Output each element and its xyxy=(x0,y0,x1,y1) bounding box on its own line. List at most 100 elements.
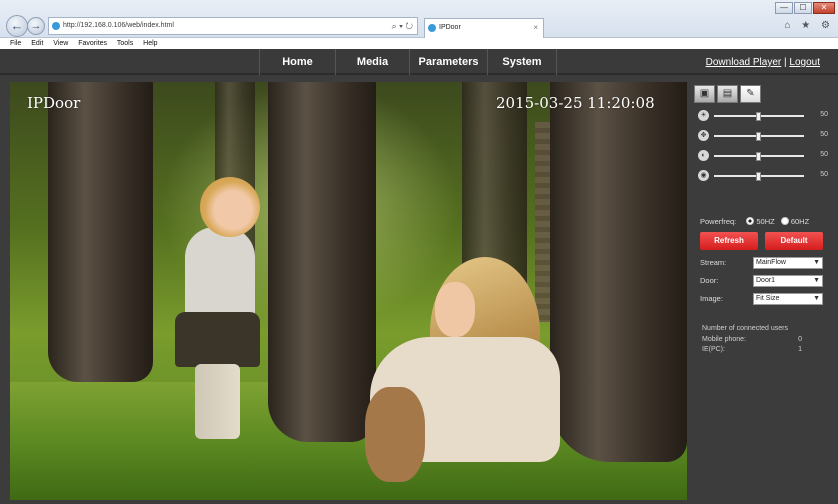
logout-link[interactable]: Logout xyxy=(789,57,820,68)
tab-favicon-icon xyxy=(428,24,436,32)
maximize-button[interactable]: ☐ xyxy=(794,2,812,14)
forward-icon: → xyxy=(30,20,42,32)
close-button[interactable]: ✕ xyxy=(813,2,835,14)
video-child-head xyxy=(200,177,260,237)
pc-label: IE(PC): xyxy=(702,346,725,353)
contrast-icon: ✥ xyxy=(698,130,709,141)
forward-button[interactable]: → xyxy=(27,17,45,35)
radio-60hz[interactable] xyxy=(780,217,789,225)
top-navigation: Home Media Parameters System Download Pl… xyxy=(0,49,838,75)
radio-60hz-label: 60HZ xyxy=(790,217,810,226)
video-child-legs xyxy=(195,364,240,439)
mobile-label: Mobile phone: xyxy=(702,336,746,343)
record-button[interactable]: ▤ xyxy=(717,85,738,103)
panel-toolbar: ▣ ▤ ✎ xyxy=(694,85,761,103)
connected-users-title: Number of connected users xyxy=(702,325,788,332)
nav-media[interactable]: Media xyxy=(335,49,409,75)
pc-users-row: IE(PC): 1 xyxy=(702,346,802,353)
powerfreq-label: Powerfreq: xyxy=(700,217,737,226)
video-title-overlay: IPDoor xyxy=(27,94,81,112)
slider-track[interactable] xyxy=(714,132,804,141)
settings-button[interactable]: ✎ xyxy=(740,85,761,103)
contrast-slider[interactable]: ✥ 50 xyxy=(698,129,828,143)
nav-system[interactable]: System xyxy=(487,49,557,75)
slider-thumb[interactable] xyxy=(756,172,761,181)
slider-value: 50 xyxy=(820,171,828,178)
stream-value: MainFlow xyxy=(756,259,786,266)
minimize-button[interactable]: — xyxy=(775,2,793,14)
refresh-button[interactable]: Refresh xyxy=(700,232,758,250)
video-child-skirt xyxy=(175,312,260,367)
browser-titlebar: ← → http://192.168.0.106/web/index.html … xyxy=(0,0,838,38)
saturation-icon: ◐ xyxy=(698,150,709,161)
settings-icon: ✎ xyxy=(746,88,755,99)
ipdoor-app: Home Media Parameters System Download Pl… xyxy=(0,49,838,504)
link-separator: | xyxy=(784,57,787,68)
hue-icon: ◉ xyxy=(698,170,709,181)
menu-tools[interactable]: Tools xyxy=(117,40,133,47)
site-icon xyxy=(52,22,60,30)
address-bar[interactable]: http://192.168.0.106/web/index.html ⌕ ▾ … xyxy=(48,17,418,35)
video-timestamp-overlay: 2015-03-25 11:20:08 xyxy=(496,94,655,112)
menu-file[interactable]: File xyxy=(10,40,21,47)
menu-help[interactable]: Help xyxy=(143,40,157,47)
tab-title: IPDoor xyxy=(439,24,461,31)
door-value: Door1 xyxy=(756,277,776,284)
video-tree-trunk xyxy=(550,82,687,462)
saturation-slider[interactable]: ◐ 50 xyxy=(698,149,828,163)
hue-slider[interactable]: ◉ 50 xyxy=(698,169,828,183)
mobile-users-row: Mobile phone: 0 xyxy=(702,336,802,343)
slider-thumb[interactable] xyxy=(756,132,761,141)
slider-value: 50 xyxy=(820,131,828,138)
image-row: Image: Fit Size ▼ xyxy=(700,293,825,305)
chevron-down-icon: ▼ xyxy=(813,295,820,302)
stream-select[interactable]: MainFlow ▼ xyxy=(753,257,823,269)
back-button[interactable]: ← xyxy=(6,15,28,37)
live-video-view[interactable]: IPDoor 2015-03-25 11:20:08 xyxy=(10,82,687,500)
image-label: Image: xyxy=(700,294,723,303)
brightness-icon: ☀ xyxy=(698,110,709,121)
image-select[interactable]: Fit Size ▼ xyxy=(753,293,823,305)
menu-edit[interactable]: Edit xyxy=(31,40,43,47)
record-icon: ▤ xyxy=(722,88,733,99)
radio-50hz[interactable] xyxy=(746,217,755,225)
default-button[interactable]: Default xyxy=(765,232,823,250)
radio-50hz-label: 50HZ xyxy=(756,217,775,226)
nav-home[interactable]: Home xyxy=(259,49,335,75)
pc-count: 1 xyxy=(798,346,802,353)
tab-close-icon[interactable]: × xyxy=(533,19,538,37)
browser-toolbar-icons[interactable]: ⌂ ★ ⚙ xyxy=(784,20,834,31)
powerfreq-row: Powerfreq: 50HZ 60HZ xyxy=(700,217,809,226)
nav-parameters[interactable]: Parameters xyxy=(409,49,487,75)
door-select[interactable]: Door1 ▼ xyxy=(753,275,823,287)
video-teddy-bear xyxy=(365,387,425,482)
menu-favorites[interactable]: Favorites xyxy=(78,40,107,47)
browser-tab[interactable]: IPDoor × xyxy=(424,18,544,38)
video-tree-trunk xyxy=(48,82,153,382)
snapshot-button[interactable]: ▣ xyxy=(694,85,715,103)
chevron-down-icon: ▼ xyxy=(813,259,820,266)
door-label: Door: xyxy=(700,276,719,285)
slider-thumb[interactable] xyxy=(756,112,761,121)
slider-thumb[interactable] xyxy=(756,152,761,161)
menu-view[interactable]: View xyxy=(53,40,68,47)
slider-track[interactable] xyxy=(714,112,804,121)
control-panel: ▣ ▤ ✎ ☀ 50 ✥ 50 ◐ 50 ◉ 50 Powerfreq: 50H… xyxy=(694,82,831,500)
account-links: Download Player | Logout xyxy=(706,57,820,68)
image-value: Fit Size xyxy=(756,295,780,302)
slider-track[interactable] xyxy=(714,172,804,181)
address-tools-icon[interactable]: ⌕ ▾ ↻ xyxy=(392,18,413,34)
window-controls: — ☐ ✕ xyxy=(775,2,835,14)
stream-label: Stream: xyxy=(700,258,727,267)
browser-menu-bar: File Edit View Favorites Tools Help xyxy=(0,38,838,49)
stream-row: Stream: MainFlow ▼ xyxy=(700,257,825,269)
snapshot-icon: ▣ xyxy=(699,88,710,99)
download-player-link[interactable]: Download Player xyxy=(706,57,782,68)
brightness-slider[interactable]: ☀ 50 xyxy=(698,109,828,123)
video-woman-face xyxy=(435,282,475,337)
chevron-down-icon: ▼ xyxy=(813,277,820,284)
back-icon: ← xyxy=(10,18,24,33)
slider-track[interactable] xyxy=(714,152,804,161)
slider-value: 50 xyxy=(820,111,828,118)
mobile-count: 0 xyxy=(798,336,802,343)
